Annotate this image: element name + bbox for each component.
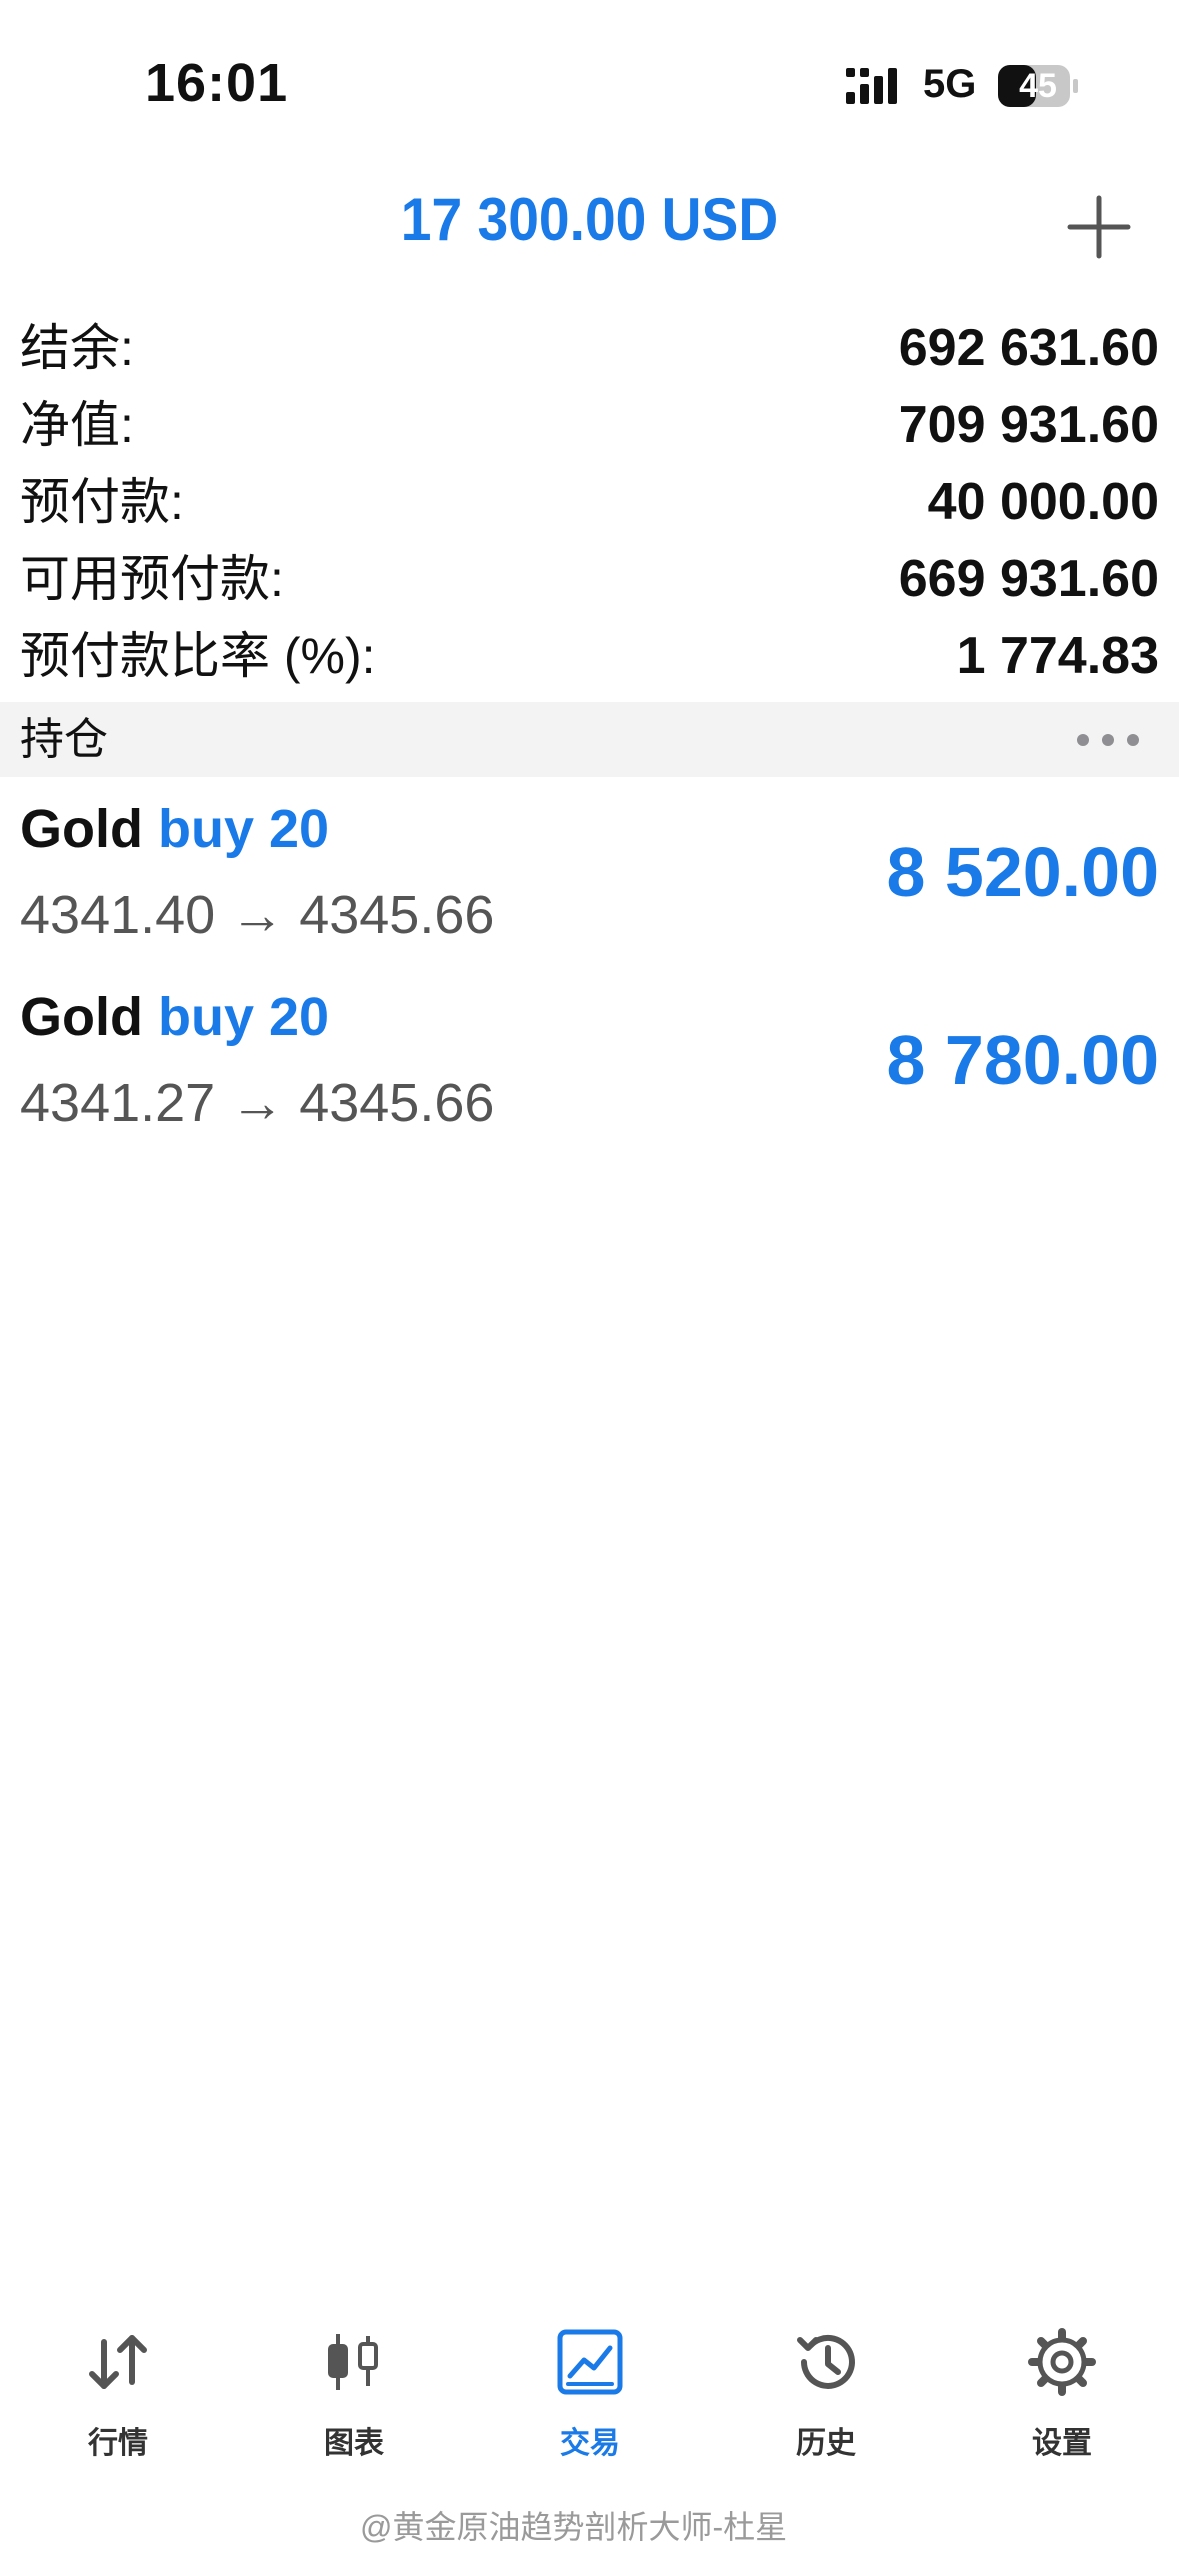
position-profit: 8 780.00 — [886, 1021, 1159, 1099]
position-title: Gold buy 20 — [20, 986, 329, 1048]
summary-row-equity: 净值: 709 931.60 — [0, 387, 1179, 464]
position-row[interactable]: Gold buy 20 4341.40 → 4345.66 8 520.00 — [0, 784, 1179, 972]
tab-label: 设置 — [1032, 2427, 1092, 2460]
position-direction: buy 20 — [158, 987, 330, 1047]
position-symbol: Gold — [20, 799, 143, 859]
settings-gear-icon — [1028, 2328, 1096, 2396]
tab-label: 交易 — [560, 2427, 620, 2460]
section-title: 持仓 — [20, 715, 108, 764]
summary-label: 预付款比率 (%): — [20, 628, 376, 684]
status-time: 16:01 — [145, 53, 289, 113]
tab-label: 历史 — [796, 2427, 856, 2460]
summary-label: 预付款: — [20, 474, 184, 530]
summary-label: 结余: — [20, 320, 134, 376]
summary-value: 1 774.83 — [956, 627, 1159, 685]
position-prices: 4341.40 → 4345.66 — [20, 885, 495, 945]
signal-icon — [846, 68, 897, 104]
battery-level: 45 — [1019, 67, 1057, 105]
history-clock-icon — [797, 2334, 855, 2389]
summary-row-free-margin: 可用预付款: 669 931.60 — [0, 541, 1179, 618]
position-title: Gold buy 20 — [20, 798, 329, 860]
position-symbol: Gold — [20, 987, 143, 1047]
status-bar: 16:01 5G 45 — [0, 0, 1179, 170]
tab-trade[interactable]: 交易 — [472, 2310, 708, 2470]
candlestick-chart-icon — [328, 2334, 378, 2390]
account-summary: 结余: 692 631.60 净值: 709 931.60 预付款: 40 00… — [0, 310, 1179, 695]
position-row[interactable]: Gold buy 20 4341.27 → 4345.66 8 780.00 — [0, 972, 1179, 1160]
plus-icon[interactable] — [1064, 192, 1134, 262]
positions-section-header: 持仓 — [0, 702, 1179, 777]
summary-value: 709 931.60 — [898, 396, 1159, 454]
summary-row-margin-level: 预付款比率 (%): 1 774.83 — [0, 618, 1179, 695]
tab-label: 图表 — [324, 2427, 384, 2460]
tab-history[interactable]: 历史 — [708, 2310, 944, 2470]
summary-label: 可用预付款: — [20, 551, 284, 607]
tab-bar: 行情 图表 交易 历史 设置 — [0, 2310, 1179, 2470]
summary-label: 净值: — [20, 397, 134, 453]
balance-title: 17 300.00 USD — [400, 186, 779, 253]
tab-quotes[interactable]: 行情 — [0, 2310, 236, 2470]
network-label: 5G — [923, 62, 977, 106]
summary-value: 669 931.60 — [898, 550, 1159, 608]
tab-label: 行情 — [88, 2427, 148, 2460]
tab-settings[interactable]: 设置 — [944, 2310, 1179, 2470]
quotes-arrows-icon — [89, 2335, 147, 2389]
summary-value: 40 000.00 — [927, 473, 1159, 531]
position-prices: 4341.27 → 4345.66 — [20, 1073, 495, 1133]
trade-chart-icon — [557, 2329, 623, 2395]
position-direction: buy 20 — [158, 799, 330, 859]
tab-charts[interactable]: 图表 — [236, 2310, 472, 2470]
position-profit: 8 520.00 — [886, 833, 1159, 911]
watermark: @黄金原油趋势剖析大师-杜星 — [360, 2509, 788, 2545]
summary-row-balance: 结余: 692 631.60 — [0, 310, 1179, 387]
more-dots-icon[interactable] — [1075, 730, 1141, 750]
summary-row-margin: 预付款: 40 000.00 — [0, 464, 1179, 541]
summary-value: 692 631.60 — [898, 319, 1159, 377]
